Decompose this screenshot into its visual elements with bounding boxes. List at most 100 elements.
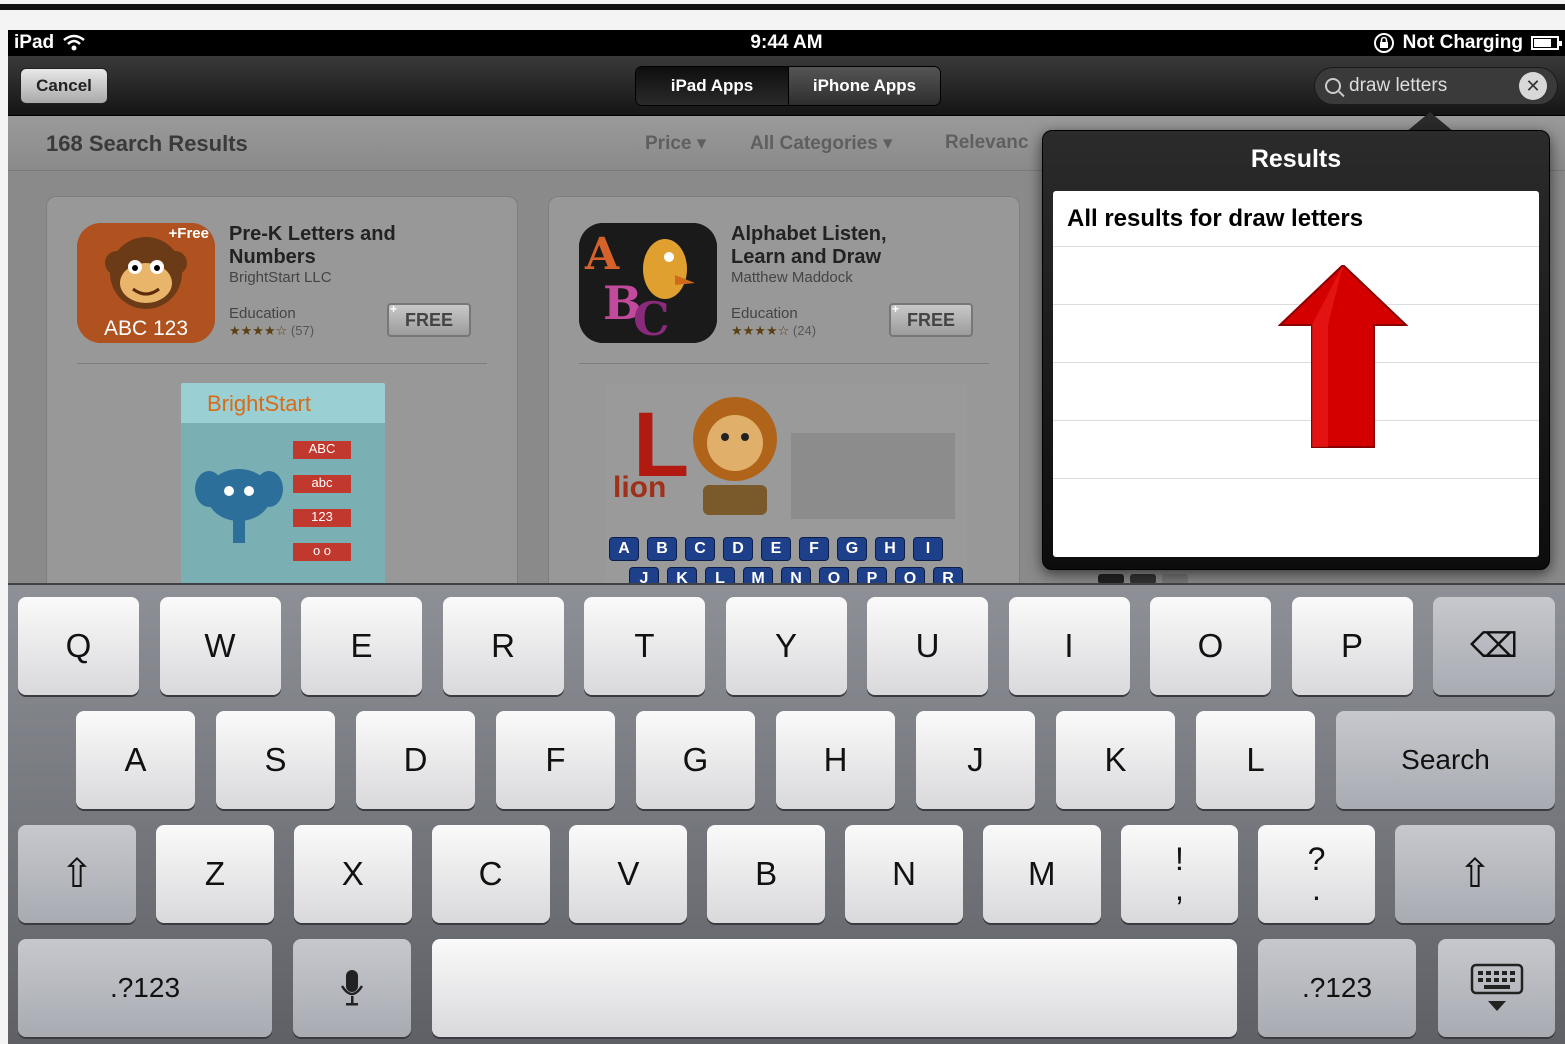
card-divider bbox=[579, 363, 989, 364]
shot-letter-key: F bbox=[799, 537, 829, 561]
app-developer: BrightStart LLC bbox=[229, 269, 332, 286]
key-x[interactable]: X bbox=[293, 825, 412, 923]
app-screenshot: BrightStart ABC abc 123 o o bbox=[181, 383, 385, 595]
key-v[interactable]: V bbox=[569, 825, 688, 923]
key-b[interactable]: B bbox=[707, 825, 826, 923]
comma-label: , bbox=[1175, 871, 1184, 907]
key-m[interactable]: M bbox=[982, 825, 1101, 923]
category-filter[interactable]: All Categories ▾ bbox=[750, 132, 893, 155]
key-n[interactable]: N bbox=[845, 825, 963, 923]
shot-letter-key: H bbox=[875, 537, 905, 561]
key-j[interactable]: J bbox=[916, 711, 1035, 809]
shift-key-right[interactable]: ⇧ bbox=[1395, 825, 1555, 923]
key-exclaim-comma[interactable]: !, bbox=[1121, 825, 1238, 923]
key-k[interactable]: K bbox=[1056, 711, 1175, 809]
clock: 9:44 AM bbox=[750, 32, 823, 53]
key-question-period[interactable]: ?. bbox=[1258, 825, 1375, 923]
backspace-icon: ⌫ bbox=[1469, 627, 1519, 665]
get-free-button[interactable]: FREE bbox=[387, 302, 471, 337]
letter-keys-row-1: ABCDEFGHI bbox=[609, 537, 943, 561]
exclaim-label: ! bbox=[1175, 841, 1184, 877]
key-d[interactable]: D bbox=[356, 711, 475, 809]
microphone-icon bbox=[340, 970, 364, 1006]
popover-title: Results bbox=[1250, 145, 1342, 173]
key-c[interactable]: C bbox=[431, 825, 550, 923]
elephant-illustration bbox=[195, 469, 283, 543]
key-u[interactable]: U bbox=[867, 597, 988, 695]
onscreen-keyboard: Q W E R T Y U I O P ⌫ A S D F G H J K L Search ⇧ Z X C V B N M!,?. ⇧.… bbox=[8, 583, 1565, 1044]
app-title-line1: Alphabet Listen, bbox=[731, 223, 887, 245]
hide-keyboard-key[interactable] bbox=[1438, 939, 1555, 1037]
key-t[interactable]: T bbox=[584, 597, 705, 695]
dictation-key[interactable] bbox=[293, 939, 411, 1037]
key-e[interactable]: E bbox=[301, 597, 422, 695]
shot-letter-key: C bbox=[685, 537, 715, 561]
space-bar[interactable] bbox=[432, 939, 1237, 1037]
shift-icon: ⇧ bbox=[60, 852, 94, 896]
shot-letter-key: D bbox=[723, 537, 753, 561]
key-w[interactable]: W bbox=[159, 597, 281, 695]
shot-letter-key: I bbox=[913, 537, 943, 561]
navigation-bar: Cancel iPad Apps iPhone Apps draw letter… bbox=[8, 56, 1565, 116]
app-developer: Matthew Maddock bbox=[731, 269, 853, 286]
app-card-alphabet[interactable]: A B C Alphabet Listen, Learn and Draw Ma… bbox=[548, 196, 1020, 596]
backspace-key[interactable]: ⌫ bbox=[1433, 597, 1555, 695]
rating-stars: ★★★★☆ bbox=[731, 323, 790, 338]
key-o[interactable]: O bbox=[1150, 597, 1271, 695]
shot-tab: abc bbox=[293, 475, 351, 493]
app-card-pre-k[interactable]: +Free ABC 123 Pre-K Letters and Numbers … bbox=[46, 196, 518, 596]
tab-iphone-apps[interactable]: iPhone Apps bbox=[788, 67, 940, 105]
battery-icon bbox=[1531, 36, 1562, 50]
screenshot-frame: iPad 9:44 AM Not Charging Cancel iPad Ap… bbox=[0, 0, 1565, 1044]
rating-count: (24) bbox=[792, 323, 817, 338]
sort-filter[interactable]: Relevanc bbox=[945, 132, 1028, 154]
numbers-key-right[interactable]: .?123 bbox=[1258, 939, 1416, 1037]
app-screenshot: L lion ABCDEFGHI JKLMNOPQR bbox=[605, 383, 967, 595]
rating-stars: ★★★★☆ bbox=[229, 323, 288, 338]
app-icon-monkey: +Free ABC 123 bbox=[77, 223, 215, 343]
key-f[interactable]: F bbox=[496, 711, 615, 809]
get-free-button[interactable]: FREE bbox=[889, 302, 973, 337]
key-l[interactable]: L bbox=[1196, 711, 1315, 809]
rotation-lock-icon bbox=[1373, 33, 1394, 53]
key-y[interactable]: Y bbox=[725, 597, 847, 695]
app-title-line2: Numbers bbox=[229, 246, 316, 268]
key-h[interactable]: H bbox=[776, 711, 895, 809]
search-key[interactable]: Search bbox=[1336, 711, 1555, 809]
question-label: ? bbox=[1307, 841, 1326, 877]
search-icon bbox=[1325, 78, 1341, 94]
lion-illustration bbox=[693, 397, 777, 515]
shot-letter-key: G bbox=[837, 537, 867, 561]
svg-text:A: A bbox=[584, 229, 620, 280]
search-input[interactable]: draw letters ✕ bbox=[1314, 67, 1558, 105]
shift-icon: ⇧ bbox=[1458, 852, 1492, 896]
numbers-key-left[interactable]: .?123 bbox=[18, 939, 272, 1037]
shot-tab: 123 bbox=[293, 509, 351, 527]
app-rating: ★★★★☆ (24) bbox=[731, 323, 816, 339]
icon-free-badge: +Free bbox=[168, 225, 209, 242]
period-label: . bbox=[1312, 871, 1321, 907]
key-g[interactable]: G bbox=[636, 711, 755, 809]
price-filter[interactable]: Price ▾ bbox=[645, 132, 706, 155]
shot-tab: o o bbox=[293, 543, 351, 561]
cancel-button[interactable]: Cancel bbox=[20, 68, 108, 104]
key-z[interactable]: Z bbox=[156, 825, 274, 923]
key-a[interactable]: A bbox=[76, 711, 195, 809]
app-title-line2: Learn and Draw bbox=[731, 246, 882, 268]
search-input-value: draw letters bbox=[1349, 75, 1448, 96]
status-bar: iPad 9:44 AM Not Charging bbox=[8, 30, 1565, 56]
key-s[interactable]: S bbox=[216, 711, 335, 809]
app-title: Pre-K Letters and Numbers bbox=[229, 223, 499, 269]
key-r[interactable]: R bbox=[442, 597, 564, 695]
app-rating: ★★★★☆ (57) bbox=[229, 323, 314, 339]
red-arrow-annotation bbox=[1278, 265, 1408, 448]
shift-key-left[interactable]: ⇧ bbox=[18, 825, 136, 923]
all-results-row[interactable]: All results for draw letters bbox=[1053, 191, 1539, 247]
key-p[interactable]: P bbox=[1291, 597, 1413, 695]
clear-search-icon[interactable]: ✕ bbox=[1519, 72, 1547, 100]
ipad-screen: iPad 9:44 AM Not Charging Cancel iPad Ap… bbox=[8, 30, 1565, 1044]
tab-ipad-apps[interactable]: iPad Apps bbox=[636, 67, 788, 105]
key-i[interactable]: I bbox=[1008, 597, 1130, 695]
key-q[interactable]: Q bbox=[18, 597, 139, 695]
hide-keyboard-icon bbox=[1470, 963, 1523, 1011]
